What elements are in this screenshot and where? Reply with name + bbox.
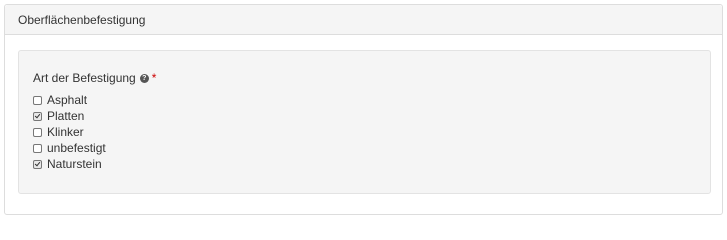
checkbox-klinker[interactable] [33,127,42,137]
option-klinker[interactable]: Klinker [33,124,106,140]
checkbox-platten[interactable] [33,111,42,121]
question-circle-icon[interactable]: ? [139,73,149,83]
option-label: Naturstein [47,157,102,171]
checkbox-asphalt[interactable] [33,95,42,105]
checkbox-naturstein[interactable] [33,159,42,169]
option-platten[interactable]: Platten [33,108,106,124]
checkbox-unbefestigt[interactable] [33,143,42,153]
field-label: Art der Befestigung [33,71,136,85]
field-label-row: Art der Befestigung ? * [33,71,156,85]
option-unbefestigt[interactable]: unbefestigt [33,140,106,156]
panel-title: Oberflächenbefestigung [5,5,722,35]
surface-panel: Oberflächenbefestigung Art der Befestigu… [4,4,723,215]
option-asphalt[interactable]: Asphalt [33,92,106,108]
option-label: Klinker [47,125,84,139]
option-label: Asphalt [47,93,88,107]
field-well: Art der Befestigung ? * Asphalt Platten … [18,50,711,194]
option-label: Platten [47,109,85,123]
option-label: unbefestigt [47,141,106,155]
option-naturstein[interactable]: Naturstein [33,156,106,172]
required-marker: * [151,71,157,85]
checkbox-group: Asphalt Platten Klinker unbefestigt Natu… [33,92,106,172]
